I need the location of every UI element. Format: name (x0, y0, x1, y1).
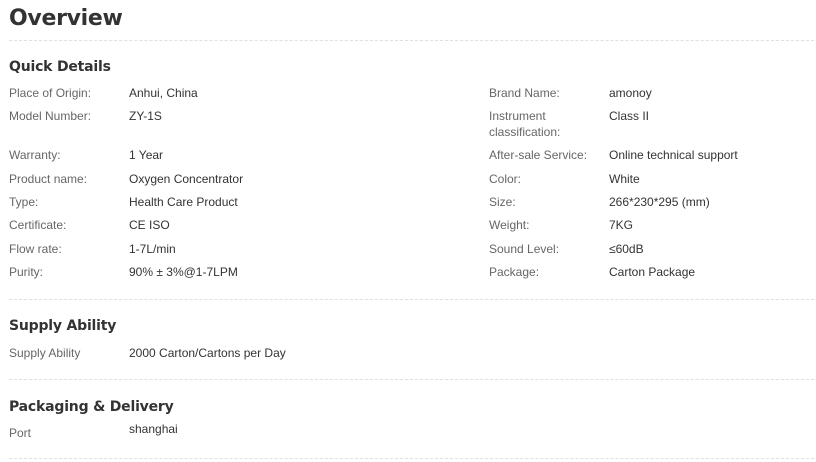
spec-value-flow-rate: 1-7L/min (129, 242, 176, 256)
spec-label-after-sale-service: After-sale Service: (489, 148, 588, 162)
spec-label-certificate: Certificate: (9, 218, 67, 232)
spec-value-weight: 7KG (609, 218, 634, 232)
page-title: Overview (9, 6, 123, 31)
spec-value-after-sale-service: Online technical support (609, 148, 738, 162)
spec-label-type: Type: (9, 195, 39, 209)
spec-label-size: Size: (489, 195, 516, 209)
divider (9, 40, 814, 41)
divider (9, 299, 814, 300)
spec-value-supply-ability: 2000 Carton/Cartons per Day (129, 346, 286, 360)
spec-label-weight: Weight: (489, 218, 530, 232)
spec-value-package: Carton Package (609, 265, 696, 279)
spec-label-sound-level: Sound Level: (489, 242, 560, 256)
spec-value-purity: 90% ± 3%@1-7LPM (129, 265, 238, 279)
spec-label-place-of-origin: Place of Origin: (9, 86, 92, 100)
divider (9, 458, 814, 459)
spec-value-port: shanghai (129, 422, 178, 436)
divider (9, 379, 814, 380)
spec-label-color: Color: (489, 172, 522, 186)
section-title-quick-details: Quick Details (9, 59, 111, 75)
spec-value-product-name: Oxygen Concentrator (129, 172, 244, 186)
spec-value-size: 266*230*295 (mm) (609, 195, 710, 209)
spec-label-warranty: Warranty: (9, 148, 61, 162)
spec-label-supply-ability: Supply Ability (9, 346, 81, 360)
spec-label-flow-rate: Flow rate: (9, 242, 62, 256)
spec-value-place-of-origin: Anhui, China (129, 86, 198, 100)
spec-value-model-number: ZY-1S (129, 109, 162, 123)
spec-label-brand-name: Brand Name: (489, 86, 560, 100)
section-title-supply-ability: Supply Ability (9, 318, 117, 334)
spec-value-warranty: 1 Year (129, 148, 164, 162)
spec-label-package: Package: (489, 265, 540, 279)
spec-value-type: Health Care Product (129, 195, 238, 209)
section-title-packaging-delivery: Packaging & Delivery (9, 399, 174, 415)
spec-label-port: Port (9, 426, 32, 440)
spec-value-color: White (609, 172, 640, 186)
spec-label-model-number: Model Number: (9, 109, 92, 123)
spec-label-product-name: Product name: (9, 172, 88, 186)
spec-value-instrument-classification: Class II (609, 109, 650, 123)
spec-value-sound-level: ≤60dB (609, 242, 644, 256)
spec-label-purity: Purity: (9, 265, 44, 279)
spec-value-certificate: CE ISO (129, 218, 170, 232)
spec-value-brand-name: amonoy (609, 86, 652, 100)
spec-label-instrument-classification: Instrument classification: (489, 109, 561, 139)
